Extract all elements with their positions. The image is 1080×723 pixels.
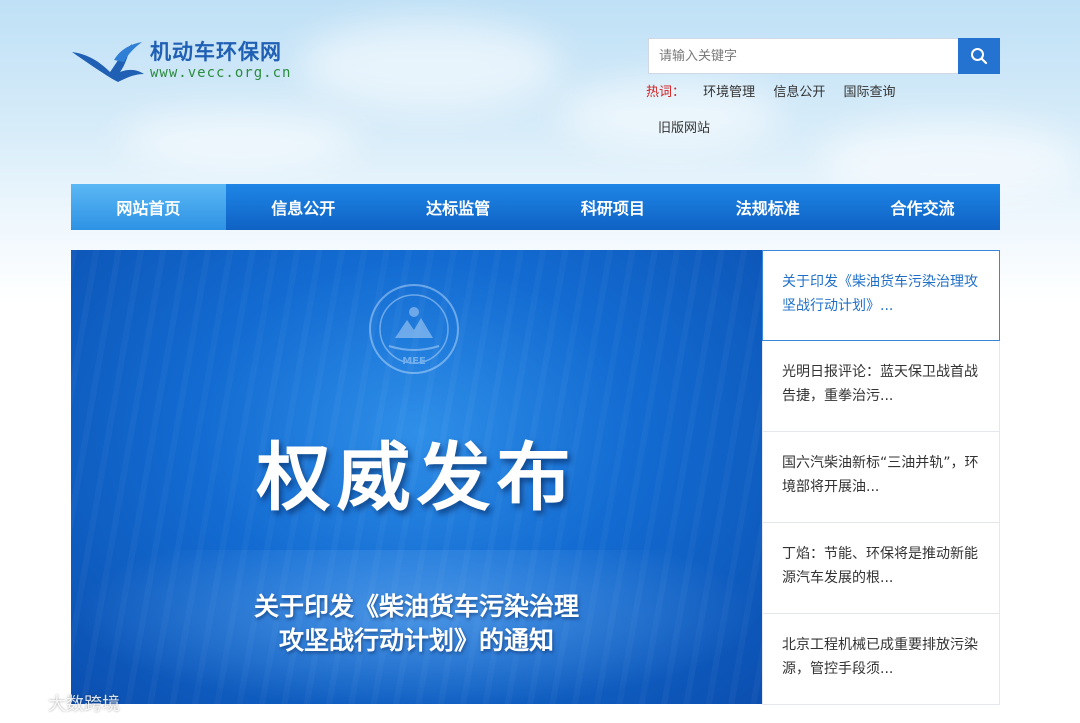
hot-link-info-disclosure[interactable]: 信息公开 [773, 85, 825, 100]
search-button[interactable] [958, 38, 1000, 74]
wechat-watermark-icon [9, 695, 47, 711]
site-logo[interactable]: 机动车环保网 www.vecc.org.cn [70, 36, 291, 86]
news-item[interactable]: 国六汽柴油新标“三油并轨”，环境部将开展油... [762, 432, 1000, 523]
banner-title: 权威发布 [256, 435, 577, 521]
ministry-emblem-icon: MEE [369, 284, 459, 374]
cloud-decoration [120, 110, 360, 170]
hero-banner[interactable]: MEE 权威发布 关于印发《柴油货车污染治理 攻坚战行动计划》的通知 [71, 250, 762, 704]
search-icon [971, 48, 988, 65]
hot-words-label: 热词： [646, 85, 686, 100]
banner-subtitle: 关于印发《柴油货车污染治理 攻坚战行动计划》的通知 [71, 590, 762, 658]
hot-link-environment-management[interactable]: 环境管理 [703, 85, 755, 100]
search-bar [648, 38, 1000, 74]
news-list: 关于印发《柴油货车污染治理攻坚战行动计划》... 光明日报评论：蓝天保卫战首战告… [762, 250, 1000, 705]
banner-subtitle-line1: 关于印发《柴油货车污染治理 [253, 592, 579, 621]
nav-item-cooperation[interactable]: 合作交流 [845, 184, 1000, 230]
news-item[interactable]: 光明日报评论：蓝天保卫战首战告捷，重拳治污... [762, 341, 1000, 432]
hot-words: 热词： 环境管理 信息公开 国际查询 [646, 84, 895, 102]
old-site-row: 旧版网站 [658, 120, 710, 138]
watermark-text: 大数跨境 [48, 694, 120, 715]
banner-subtitle-line2: 攻坚战行动计划》的通知 [278, 626, 554, 655]
site-name: 机动车环保网 [150, 40, 282, 64]
nav-item-home[interactable]: 网站首页 [71, 184, 226, 230]
nav-item-compliance[interactable]: 达标监管 [381, 184, 536, 230]
nav-item-info-disclosure[interactable]: 信息公开 [226, 184, 381, 230]
search-input[interactable] [648, 38, 958, 74]
hot-link-international-query[interactable]: 国际查询 [843, 85, 895, 100]
bird-wing-logo-icon [72, 42, 144, 82]
news-item[interactable]: 丁焰：节能、环保将是推动新能源汽车发展的根... [762, 523, 1000, 614]
emblem-text: MEE [402, 356, 426, 367]
old-site-link[interactable]: 旧版网站 [658, 121, 710, 136]
news-item[interactable]: 关于印发《柴油货车污染治理攻坚战行动计划》... [762, 250, 1000, 341]
nav-item-regulations[interactable]: 法规标准 [690, 184, 845, 230]
news-item[interactable]: 北京工程机械已成重要排放污染源，管控手段须... [762, 614, 1000, 705]
main-nav: 网站首页 信息公开 达标监管 科研项目 法规标准 合作交流 [71, 184, 1000, 230]
site-url: www.vecc.org.cn [150, 65, 292, 81]
watermark: 大数跨境 [8, 690, 120, 716]
nav-item-research[interactable]: 科研项目 [535, 184, 690, 230]
cloud-decoration [300, 20, 560, 110]
